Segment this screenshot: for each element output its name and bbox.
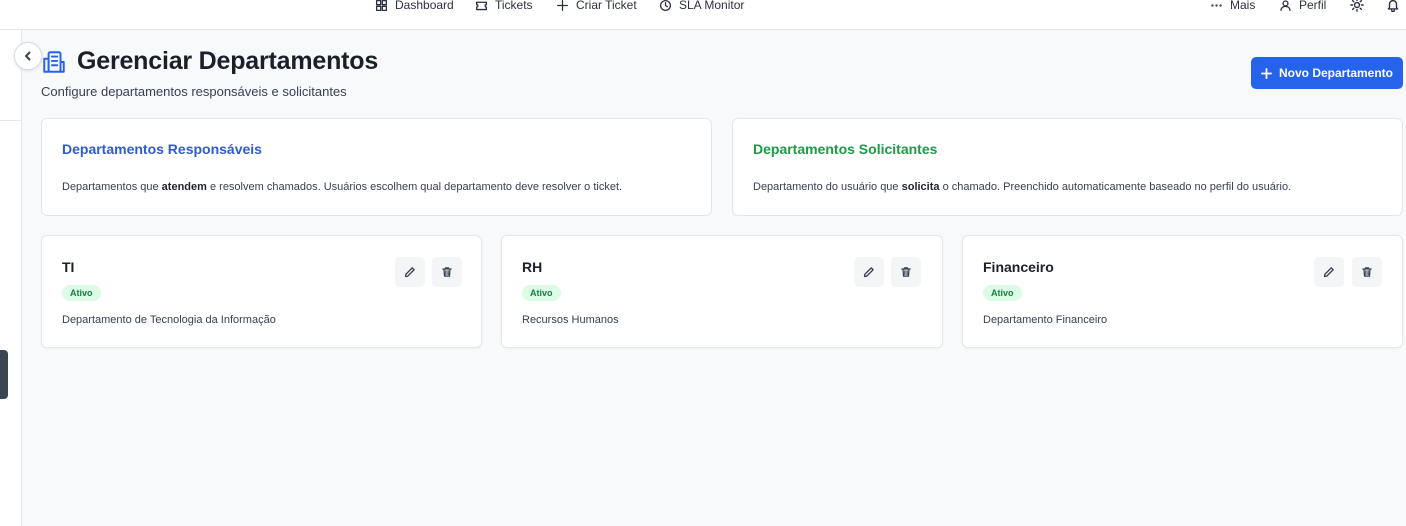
department-name: TI	[62, 259, 75, 275]
status-badge: Ativo	[983, 285, 1022, 301]
desc-text: o chamado. Preenchido automaticamente ba…	[939, 181, 1292, 193]
nav-tickets-label: Tickets	[495, 0, 533, 12]
desc-bold: solicita	[901, 181, 940, 193]
sidebar	[0, 30, 22, 526]
pencil-icon	[863, 267, 874, 278]
department-description: Departamento de Tecnologia da Informação	[62, 314, 276, 326]
notifications-button[interactable]	[1386, 0, 1400, 14]
ticket-icon	[475, 1, 488, 10]
requester-departments-description: Departamento do usuário que solicita o c…	[753, 181, 1382, 193]
chevron-left-icon	[25, 51, 31, 61]
department-card: TI Ativo Departamento de Tecnologia da I…	[41, 235, 482, 348]
desc-text: Departamento do usuário que	[753, 181, 902, 193]
nav-tickets[interactable]: Tickets	[475, 0, 533, 14]
nav-dashboard[interactable]: Dashboard	[375, 0, 454, 14]
requester-departments-title: Departamentos Solicitantes	[753, 141, 938, 157]
pencil-icon	[1323, 267, 1334, 278]
desc-text: e resolvem chamados. Usuários escolhem q…	[206, 181, 623, 193]
edit-button[interactable]	[1314, 257, 1344, 287]
page-header: Gerenciar Departamentos	[41, 47, 378, 76]
nav-sla-monitor[interactable]: SLA Monitor	[659, 0, 744, 14]
delete-button[interactable]	[891, 257, 921, 287]
delete-button[interactable]	[432, 257, 462, 287]
nav-criar-ticket-label: Criar Ticket	[576, 0, 637, 12]
trash-icon	[442, 267, 452, 277]
plus-icon	[556, 0, 569, 11]
nav-profile-label: Perfil	[1299, 0, 1327, 12]
desc-bold: atendem	[161, 181, 207, 193]
status-badge: Ativo	[62, 285, 101, 301]
top-navbar: Dashboard Tickets Criar Ticket SLA Monit…	[0, 0, 1406, 30]
responsible-departments-title: Departamentos Responsáveis	[62, 141, 262, 157]
responsible-departments-card: Departamentos Responsáveis Departamentos…	[41, 118, 712, 216]
user-icon	[1280, 0, 1291, 11]
page-subtitle: Configure departamentos responsáveis e s…	[41, 84, 347, 99]
trash-icon	[1362, 267, 1372, 277]
nav-criar-ticket[interactable]: Criar Ticket	[556, 0, 637, 14]
edit-button[interactable]	[395, 257, 425, 287]
department-description: Recursos Humanos	[522, 314, 619, 326]
nav-more-label: Mais	[1230, 0, 1256, 12]
building-icon	[43, 50, 65, 73]
new-department-label: Novo Departamento	[1278, 66, 1394, 80]
pencil-icon	[404, 267, 415, 278]
more-horizontal-icon	[1211, 3, 1222, 7]
responsible-departments-description: Departamentos que atendem e resolvem cha…	[62, 181, 691, 193]
nav-dashboard-label: Dashboard	[395, 0, 454, 12]
requester-departments-card: Departamentos Solicitantes Departamento …	[732, 118, 1403, 216]
trash-icon	[901, 267, 911, 277]
nav-profile[interactable]: Perfil	[1279, 0, 1326, 14]
sun-icon	[1350, 0, 1364, 12]
clock-icon	[659, 0, 672, 11]
plus-icon	[1260, 67, 1272, 79]
sidebar-toggle-button[interactable]	[14, 42, 42, 70]
new-department-button[interactable]: Novo Departamento	[1251, 57, 1403, 89]
department-card: Financeiro Ativo Departamento Financeiro	[962, 235, 1403, 348]
page-title: Gerenciar Departamentos	[77, 47, 379, 75]
department-card: RH Ativo Recursos Humanos	[501, 235, 943, 348]
nav-sla-monitor-label: SLA Monitor	[679, 0, 745, 12]
bell-icon	[1387, 0, 1399, 12]
dashboard-icon	[375, 0, 388, 11]
edit-button[interactable]	[854, 257, 884, 287]
department-name: RH	[522, 259, 543, 275]
desc-text: Departamentos que	[62, 181, 162, 193]
department-description: Departamento Financeiro	[983, 314, 1108, 326]
department-name: Financeiro	[983, 259, 1054, 275]
sidebar-active-indicator[interactable]	[0, 350, 8, 399]
status-badge: Ativo	[522, 285, 561, 301]
sidebar-divider	[0, 120, 22, 121]
delete-button[interactable]	[1352, 257, 1382, 287]
nav-more[interactable]: Mais	[1210, 0, 1255, 14]
theme-toggle-button[interactable]	[1350, 0, 1364, 14]
